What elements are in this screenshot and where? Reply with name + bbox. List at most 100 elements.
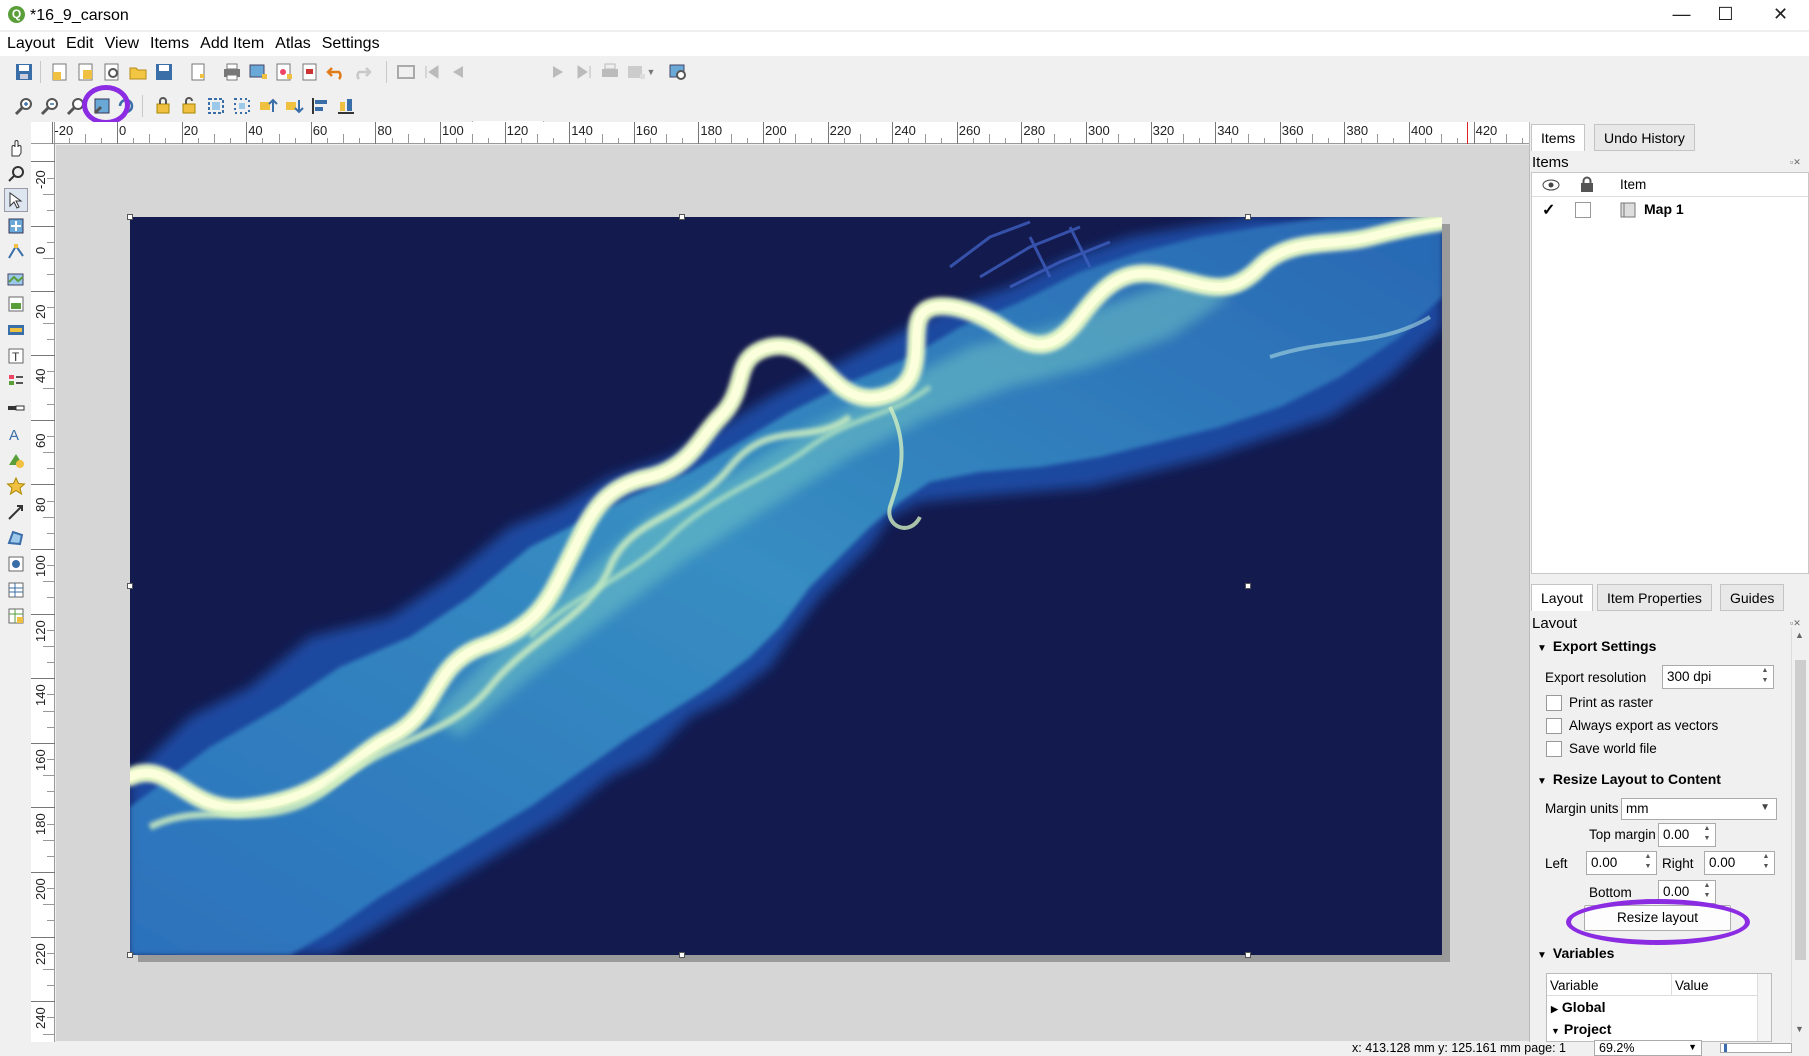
tab-guides[interactable]: Guides [1720, 584, 1785, 611]
selection-handle[interactable] [679, 952, 685, 958]
redo-icon[interactable] [350, 60, 374, 84]
export-svg-icon[interactable] [272, 60, 296, 84]
add-attribute-table-icon[interactable] [4, 578, 28, 602]
layout-manager-icon[interactable] [100, 60, 124, 84]
right-margin-spinbox[interactable]: 0.00 ▲ ▼ [1704, 851, 1775, 875]
edit-nodes-icon[interactable] [4, 240, 28, 264]
zoom-slider[interactable] [1720, 1043, 1792, 1053]
items-tree[interactable]: Item ✓ Map 1 [1531, 172, 1809, 574]
align-items-icon[interactable] [308, 94, 332, 118]
spin-arrows-icon[interactable]: ▲ ▼ [1759, 666, 1771, 688]
add-arrow-icon[interactable] [4, 500, 28, 524]
add-map-icon[interactable] [4, 266, 28, 290]
add-3d-map-icon[interactable] [4, 318, 28, 342]
margin-units-select[interactable]: mm ▼ [1621, 798, 1777, 820]
save-icon[interactable] [12, 60, 36, 84]
layout-panel-scrollbar[interactable]: ▲ ▼ [1791, 628, 1809, 1042]
add-shape-icon[interactable] [4, 448, 28, 472]
select-move-icon[interactable] [4, 188, 28, 212]
menu-layout[interactable]: Layout [0, 32, 59, 56]
last-feature-icon[interactable] [572, 60, 596, 84]
add-fixed-table-icon[interactable] [4, 604, 28, 628]
add-polygon-icon[interactable] [4, 526, 28, 550]
menu-edit[interactable]: Edit [59, 32, 98, 56]
distribute-items-icon[interactable] [334, 94, 358, 118]
zoom-tool-icon[interactable] [4, 162, 28, 186]
lock-items-icon[interactable] [152, 94, 176, 118]
scroll-up-icon[interactable]: ▲ [1795, 630, 1804, 640]
save-as-template-icon[interactable] [152, 60, 176, 84]
duplicate-layout-icon[interactable] [74, 60, 98, 84]
zoom-out-icon[interactable] [38, 94, 62, 118]
menu-items[interactable]: Items [143, 32, 193, 56]
export-pdf-icon[interactable] [298, 60, 322, 84]
export-settings-heading[interactable]: ▼ Export Settings [1537, 638, 1656, 654]
lock-checkbox[interactable] [1575, 202, 1591, 218]
item-row-map-1[interactable]: ✓ Map 1 [1532, 198, 1808, 222]
spin-arrows-icon[interactable]: ▲ ▼ [1642, 852, 1654, 874]
add-label-icon[interactable]: T [4, 344, 28, 368]
menu-view[interactable]: View [98, 32, 143, 56]
variable-group-project[interactable]: ▼ Project [1551, 1021, 1611, 1037]
open-folder-icon[interactable] [126, 60, 150, 84]
selection-handle[interactable] [679, 214, 685, 220]
menu-add-item[interactable]: Add Item [193, 32, 268, 56]
add-legend-icon[interactable] [4, 370, 28, 394]
dock-float-close-icon[interactable]: ▫✕ [1790, 157, 1801, 168]
new-layout-icon[interactable] [48, 60, 72, 84]
raise-items-icon[interactable] [256, 94, 280, 118]
add-marker-icon[interactable] [4, 474, 28, 498]
previous-feature-icon[interactable] [446, 60, 470, 84]
tab-item-properties[interactable]: Item Properties [1597, 584, 1712, 611]
scroll-thumb[interactable] [1795, 660, 1806, 960]
layout-canvas[interactable] [56, 145, 1529, 1041]
zoom-select[interactable]: 69.2% ▼ [1594, 1040, 1702, 1056]
atlas-preview-icon[interactable] [394, 60, 418, 84]
variables-table[interactable]: Variable Value ▶ Global ▼ Project [1546, 973, 1772, 1042]
selection-handle[interactable] [1245, 952, 1251, 958]
top-margin-spinbox[interactable]: 0.00 ▲ ▼ [1658, 823, 1716, 847]
variables-scrollbar[interactable] [1757, 974, 1771, 1041]
add-html-icon[interactable] [4, 552, 28, 576]
spin-arrows-icon[interactable]: ▲ ▼ [1701, 824, 1713, 846]
visibility-checkbox[interactable]: ✓ [1542, 200, 1555, 220]
add-scalebar-icon[interactable] [4, 396, 28, 420]
add-picture-icon[interactable] [4, 292, 28, 316]
spin-arrows-icon[interactable]: ▲ ▼ [1760, 852, 1772, 874]
menu-atlas[interactable]: Atlas [268, 32, 315, 56]
resize-layout-heading[interactable]: ▼ Resize Layout to Content [1537, 771, 1721, 787]
next-feature-icon[interactable] [546, 60, 570, 84]
menu-settings[interactable]: Settings [315, 32, 384, 56]
variables-heading[interactable]: ▼ Variables [1537, 945, 1614, 961]
tab-items[interactable]: Items [1531, 124, 1586, 151]
first-feature-icon[interactable] [420, 60, 444, 84]
scroll-down-icon[interactable]: ▼ [1795, 1024, 1804, 1034]
selection-handle[interactable] [1245, 583, 1251, 589]
move-content-icon[interactable] [4, 214, 28, 238]
unlock-items-icon[interactable] [178, 94, 202, 118]
export-resolution-spinbox[interactable]: 300 dpi ▲ ▼ [1662, 665, 1774, 689]
pan-icon[interactable] [4, 136, 28, 160]
ungroup-items-icon[interactable] [230, 94, 254, 118]
tab-layout[interactable]: Layout [1531, 584, 1594, 611]
left-margin-spinbox[interactable]: 0.00 ▲ ▼ [1586, 851, 1657, 875]
add-north-arrow-icon[interactable]: A [4, 422, 28, 446]
print-atlas-icon[interactable] [598, 60, 622, 84]
variable-group-global[interactable]: ▶ Global [1551, 999, 1605, 1015]
selection-handle[interactable] [1245, 214, 1251, 220]
zoom-in-icon[interactable] [12, 94, 36, 118]
selection-handle[interactable] [127, 214, 133, 220]
selection-handle[interactable] [127, 952, 133, 958]
print-icon[interactable] [220, 60, 244, 84]
selection-handle[interactable] [127, 583, 133, 589]
lower-items-icon[interactable] [282, 94, 306, 118]
maximize-button[interactable]: ☐ [1697, 0, 1754, 30]
spin-arrows-icon[interactable]: ▲ ▼ [1701, 881, 1713, 903]
export-image-icon[interactable] [246, 60, 270, 84]
atlas-settings-icon[interactable] [666, 60, 690, 84]
group-items-icon[interactable] [204, 94, 228, 118]
print-as-raster-checkbox[interactable] [1546, 695, 1562, 711]
new-page-icon[interactable] [186, 60, 210, 84]
save-world-file-checkbox[interactable] [1546, 741, 1562, 757]
undo-icon[interactable] [324, 60, 348, 84]
